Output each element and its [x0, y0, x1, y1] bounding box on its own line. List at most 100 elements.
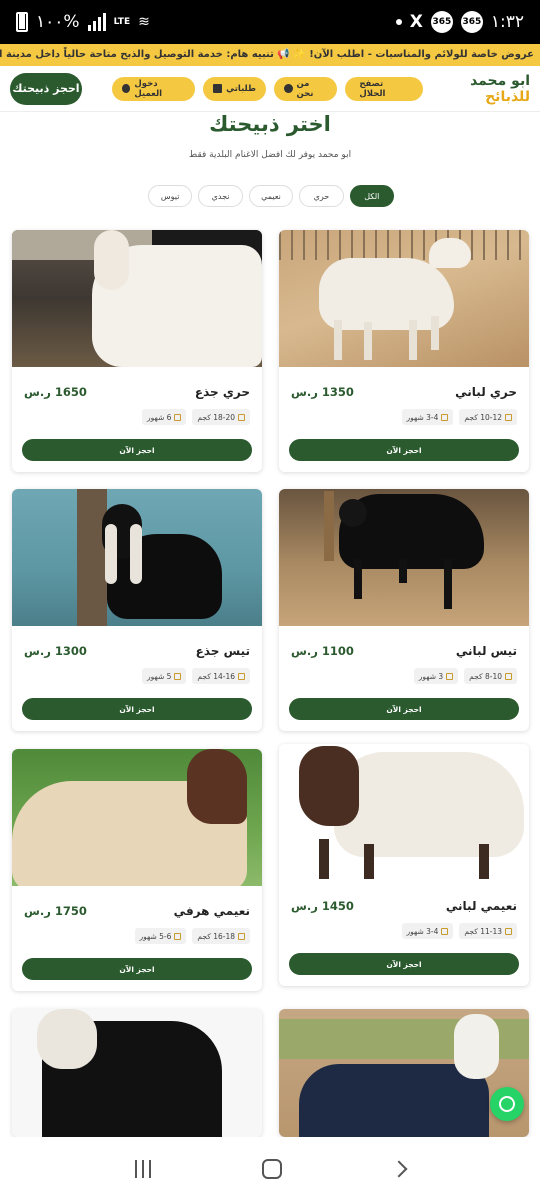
section-subtitle: ابو محمد يوفر لك افضل الاغنام البلدية فق… — [188, 150, 352, 160]
product-name: تيس لباني — [455, 644, 517, 658]
age-tag: 6 شهور — [142, 409, 187, 425]
weight-tag: 8-10 كجم — [464, 668, 517, 684]
filter-najdi[interactable]: نجدي — [198, 185, 243, 207]
product-tags: 18-20 كجم 6 شهور — [142, 409, 250, 425]
x-icon: X — [409, 12, 423, 32]
whatsapp-button[interactable] — [490, 1087, 524, 1121]
product-image — [12, 230, 262, 367]
product-name: حري لباني — [455, 385, 517, 399]
nav-my-orders[interactable]: طلباتي — [203, 76, 267, 101]
main-nav: دخول العميل طلباتي من نحن تصفح الحلال — [111, 76, 424, 101]
nav-browse-livestock[interactable]: تصفح الحلال — [345, 76, 424, 101]
operator-icon: 365 — [460, 11, 483, 33]
product-name: تيس جذع — [195, 644, 250, 658]
back-button[interactable] — [390, 1160, 408, 1177]
info-icon — [284, 84, 293, 93]
age-tag: 3-4 شهور — [401, 409, 454, 425]
network-type: LTE — [113, 16, 131, 27]
book-now-button[interactable]: احجز الآن — [22, 958, 252, 980]
product-body: نعيمي لباني 1450 ر.س 11-13 كجم 3-4 شهور … — [279, 881, 529, 986]
battery-level: ١٠٠% — [36, 12, 80, 32]
product-tags: 14-16 كجم 5 شهور — [142, 668, 250, 684]
nav-customer-login[interactable]: دخول العميل — [111, 76, 196, 101]
book-now-button[interactable]: احجز الآن — [22, 698, 252, 720]
nav-about-us[interactable]: من نحن — [274, 76, 338, 101]
product-card[interactable]: حري جذع 1650 ر.س 18-20 كجم 6 شهور احجز ا… — [12, 230, 262, 472]
product-body: تيس لباني 1100 ر.س 8-10 كجم 3 شهور احجز … — [279, 626, 529, 731]
recent-apps-button[interactable] — [135, 1159, 152, 1178]
product-image — [12, 489, 262, 626]
logo-accent: للذبائح — [485, 88, 531, 105]
scale-icon — [238, 413, 245, 421]
age-tag: 5-6 شهور — [134, 928, 187, 944]
product-card[interactable] — [12, 1009, 262, 1137]
product-image — [279, 230, 529, 367]
receipt-icon — [213, 84, 223, 93]
logo-main: ابو محمد — [470, 72, 531, 89]
product-tags: 8-10 كجم 3 شهور — [413, 668, 517, 684]
age-tag: 3 شهور — [413, 668, 459, 684]
book-now-button[interactable]: احجز الآن — [22, 439, 252, 461]
product-card[interactable]: نعيمي هرفي 1750 ر.س 16-18 كجم 5-6 شهور ا… — [12, 749, 262, 991]
product-tags: 11-13 كجم 3-4 شهور — [401, 923, 517, 939]
product-price: 1350 ر.س — [291, 385, 354, 399]
age-tag: 5 شهور — [142, 668, 187, 684]
product-card[interactable]: حري لباني 1350 ر.س 10-12 كجم 3-4 شهور اح… — [279, 230, 529, 472]
scale-icon — [505, 672, 512, 680]
product-tags: 10-12 كجم 3-4 شهور — [401, 409, 517, 425]
wifi-icon: ≋ — [138, 14, 150, 30]
hourglass-icon — [174, 413, 182, 421]
product-price: 1750 ر.س — [24, 904, 87, 918]
hourglass-icon — [446, 672, 454, 680]
scale-icon — [505, 413, 512, 421]
product-image — [279, 489, 529, 626]
scale-icon — [238, 932, 245, 940]
home-button[interactable] — [261, 1158, 282, 1179]
product-image — [12, 749, 262, 886]
signal-icon — [87, 13, 106, 31]
weight-tag: 18-20 كجم — [192, 409, 250, 425]
product-price: 1300 ر.س — [24, 644, 87, 658]
product-image — [12, 1009, 262, 1137]
product-price: 1450 ر.س — [291, 899, 354, 913]
product-body: حري لباني 1350 ر.س 10-12 كجم 3-4 شهور اح… — [279, 367, 529, 472]
book-now-button[interactable]: احجز الآن — [289, 698, 519, 720]
scale-icon — [238, 672, 245, 680]
weight-tag: 11-13 كجم — [459, 923, 517, 939]
hourglass-icon — [174, 932, 182, 940]
announcement-ticker: عروض خاصة للولائم والمناسبات - اطلب الآن… — [0, 44, 540, 66]
hourglass-icon — [441, 413, 449, 421]
whatsapp-icon — [499, 1096, 515, 1112]
notification-dot — [395, 19, 402, 25]
weight-tag: 10-12 كجم — [459, 409, 517, 425]
site-header: احجز ذبيحتك دخول العميل طلباتي من نحن تص… — [0, 66, 540, 112]
product-card[interactable]: نعيمي لباني 1450 ر.س 11-13 كجم 3-4 شهور … — [279, 744, 529, 986]
weight-tag: 16-18 كجم — [192, 928, 250, 944]
product-card[interactable]: تيس جذع 1300 ر.س 14-16 كجم 5 شهور احجز ا… — [12, 489, 262, 731]
battery-icon — [16, 12, 28, 32]
filter-all[interactable]: الكل — [349, 185, 394, 207]
user-icon — [121, 84, 131, 93]
book-now-button[interactable]: احجز الآن — [289, 953, 519, 975]
product-name: نعيمي هرفي — [173, 904, 250, 918]
site-logo[interactable]: ابو محمد للذبائح — [423, 73, 530, 105]
filter-harri[interactable]: حري — [299, 185, 344, 207]
section-title: اختر ذبيحتك — [209, 112, 331, 136]
product-price: 1100 ر.س — [291, 644, 354, 658]
book-sacrifice-button[interactable]: احجز ذبيحتك — [10, 72, 82, 105]
product-body: نعيمي هرفي 1750 ر.س 16-18 كجم 5-6 شهور ا… — [12, 886, 262, 991]
product-price: 1650 ر.س — [24, 385, 87, 399]
filter-goats[interactable]: تيوس — [147, 185, 193, 207]
product-body: تيس جذع 1300 ر.س 14-16 كجم 5 شهور احجز ا… — [12, 626, 262, 731]
ticker-text: عروض خاصة للولائم والمناسبات - اطلب الآن… — [0, 49, 534, 60]
category-filters: الكل حري نعيمي نجدي تيوس — [147, 185, 394, 207]
product-card[interactable]: تيس لباني 1100 ر.س 8-10 كجم 3 شهور احجز … — [279, 489, 529, 731]
book-now-button[interactable]: احجز الآن — [289, 439, 519, 461]
status-bar: ١٠٠% LTE ≋ X 365 365 ١:٣٢ — [0, 0, 540, 44]
age-tag: 3-4 شهور — [401, 923, 454, 939]
product-tags: 16-18 كجم 5-6 شهور — [134, 928, 250, 944]
product-image — [279, 1009, 529, 1137]
operator-icon: 365 — [430, 11, 453, 33]
product-card[interactable] — [279, 1009, 529, 1137]
filter-naimi[interactable]: نعيمي — [248, 185, 294, 207]
